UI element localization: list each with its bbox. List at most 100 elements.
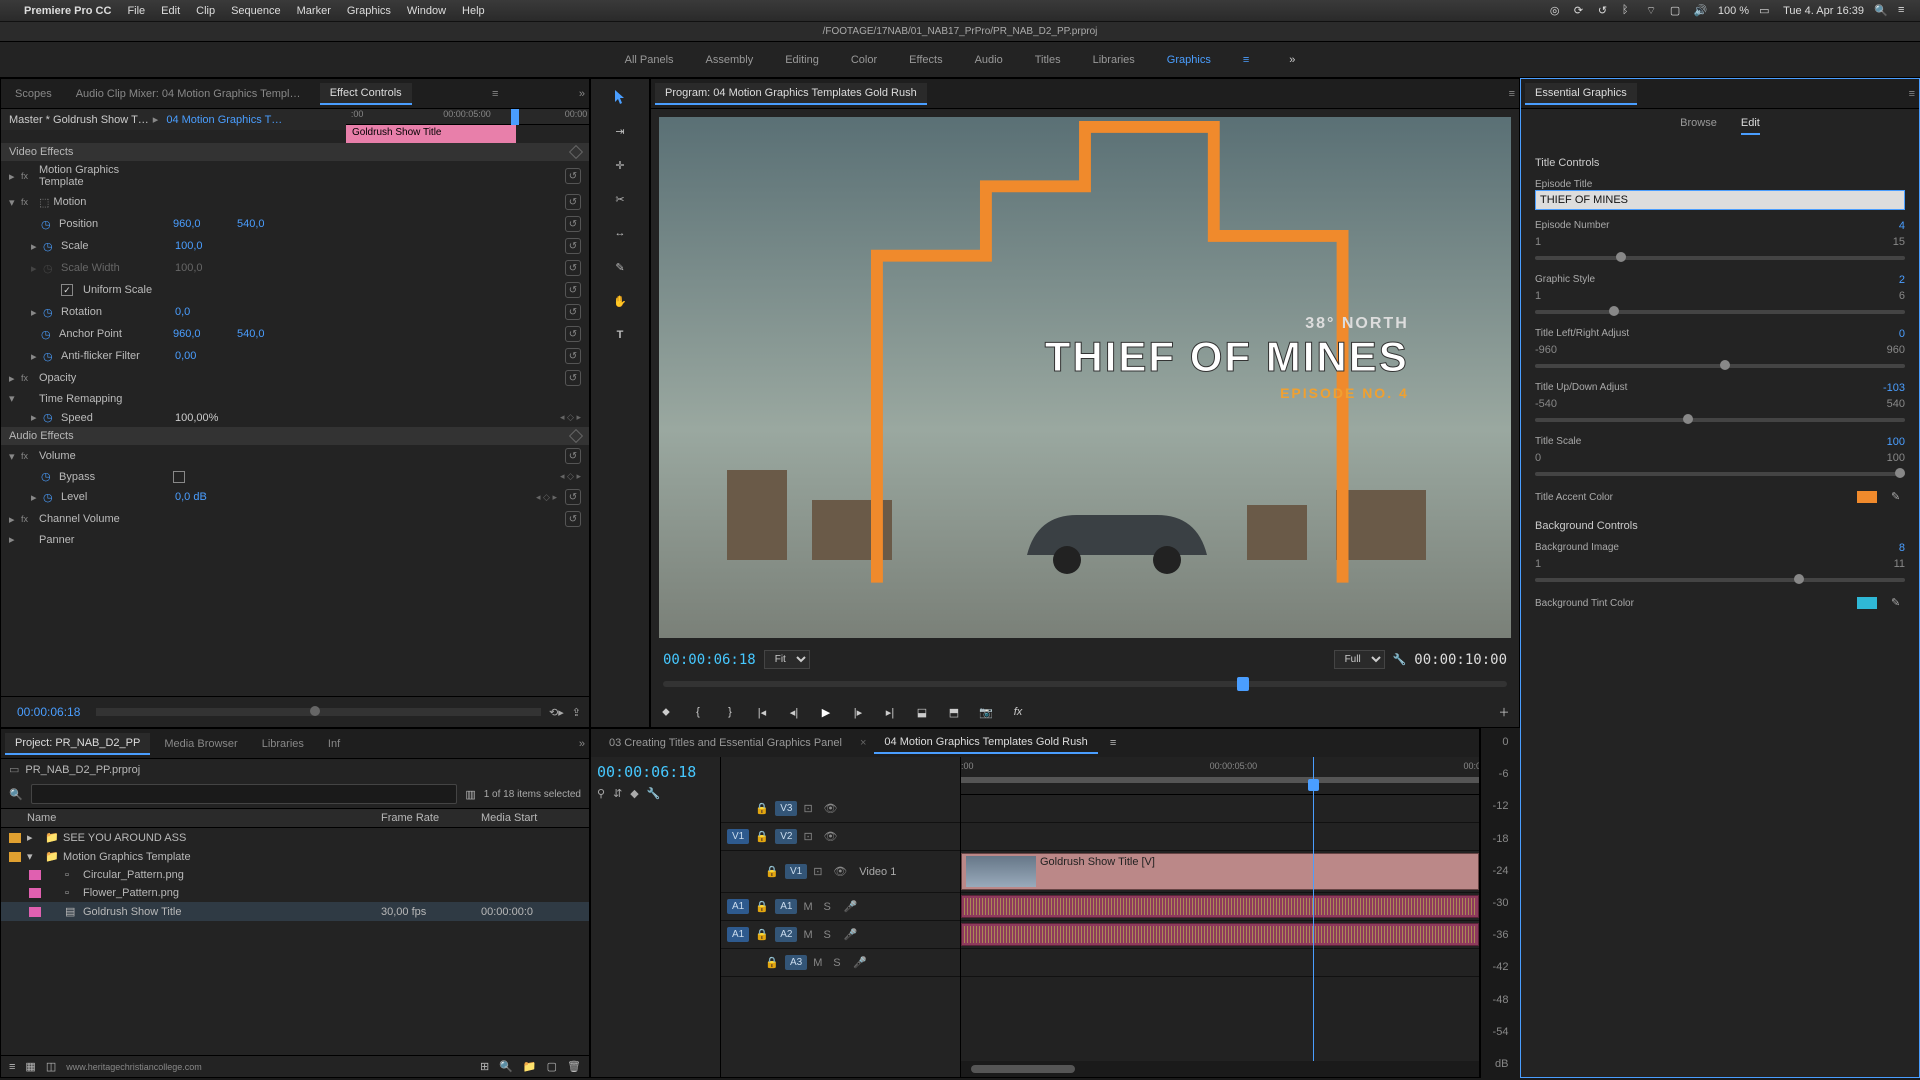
workspace-editing[interactable]: Editing	[785, 54, 819, 66]
menu-extras-icon[interactable]: ≡	[1898, 4, 1912, 18]
ec-clip-bar[interactable]: Goldrush Show Title	[346, 125, 516, 143]
battery-icon[interactable]: ▭	[1759, 4, 1773, 18]
voiceover-icon[interactable]: 🎤	[843, 928, 857, 941]
ec-level-v[interactable]: 0,0 dB	[175, 491, 235, 503]
reset-button[interactable]: ↺	[565, 304, 581, 320]
track-select-tool-icon[interactable]: ⇥	[610, 121, 630, 141]
keyframe-toggle-icon[interactable]	[569, 429, 583, 443]
lock-icon[interactable]: 🔒	[755, 830, 769, 843]
eg-title-ud-value[interactable]: -103	[1883, 382, 1905, 394]
panel-menu-icon[interactable]: ≡	[1509, 88, 1515, 100]
selection-tool-icon[interactable]	[610, 87, 630, 107]
ripple-edit-tool-icon[interactable]: ✛	[610, 155, 630, 175]
ec-scale-v[interactable]: 100,0	[175, 240, 235, 252]
track-target-a3[interactable]: A3	[785, 955, 807, 970]
ec-zoom-handle[interactable]	[310, 706, 320, 716]
track-output-icon[interactable]: ⊡	[803, 802, 817, 815]
eye-icon[interactable]: 👁	[823, 830, 837, 843]
eg-title-scale-slider[interactable]	[1535, 472, 1905, 476]
ec-rotation-v[interactable]: 0,0	[175, 306, 235, 318]
workspace-graphics[interactable]: Graphics	[1167, 54, 1211, 66]
menu-window[interactable]: Window	[407, 5, 446, 17]
clock[interactable]: Tue 4. Apr 16:39	[1783, 5, 1864, 17]
project-item-row-selected[interactable]: ▤Goldrush Show Title30,00 fps00:00:00:0	[1, 902, 589, 921]
workspace-effects[interactable]: Effects	[909, 54, 942, 66]
tab-project[interactable]: Project: PR_NAB_D2_PP	[5, 733, 150, 755]
program-viewport[interactable]: 38° NORTH THIEF OF MINES EPISODE NO. 4	[659, 117, 1511, 638]
reset-button[interactable]: ↺	[565, 168, 581, 184]
history-icon[interactable]: ↺	[1598, 4, 1612, 18]
panel-overflow[interactable]: »	[579, 88, 585, 100]
freeform-view-icon[interactable]: ◫	[46, 1060, 56, 1073]
stopwatch-icon[interactable]: ◷	[43, 240, 57, 253]
icon-view-icon[interactable]: ▦	[25, 1060, 35, 1073]
ec-opacity[interactable]: Opacity	[39, 372, 149, 384]
twirl-icon[interactable]: ▸	[31, 240, 39, 253]
col-name[interactable]: Name	[27, 812, 381, 824]
ec-anchor-x[interactable]: 960,0	[173, 328, 233, 340]
voiceover-icon[interactable]: 🎤	[853, 956, 867, 969]
workspace-color[interactable]: Color	[851, 54, 877, 66]
twirl-icon[interactable]: ▾	[9, 196, 17, 209]
program-scrub-bar[interactable]	[663, 673, 1507, 697]
stopwatch-icon[interactable]: ◷	[43, 350, 57, 363]
reset-button[interactable]: ↺	[565, 260, 581, 276]
slip-tool-icon[interactable]: ↔	[610, 223, 630, 243]
panel-overflow[interactable]: »	[579, 738, 585, 750]
project-item-row[interactable]: ▫Flower_Pattern.png	[1, 884, 589, 902]
ec-motion[interactable]: Motion	[53, 196, 163, 208]
tab-media-browser[interactable]: Media Browser	[154, 734, 247, 754]
reset-button[interactable]: ↺	[565, 511, 581, 527]
workspace-overflow[interactable]: »	[1289, 54, 1295, 66]
play-button[interactable]: ▶	[817, 703, 835, 721]
track-output-icon[interactable]: ⊡	[813, 865, 827, 878]
reset-button[interactable]: ↺	[565, 282, 581, 298]
eg-bg-image-slider[interactable]	[1535, 578, 1905, 582]
workspace-audio[interactable]: Audio	[975, 54, 1003, 66]
eg-episode-number-slider[interactable]	[1535, 256, 1905, 260]
eg-title-scale-value[interactable]: 100	[1887, 436, 1905, 448]
panel-menu-icon[interactable]: ≡	[492, 88, 498, 100]
menu-marker[interactable]: Marker	[297, 5, 331, 17]
ec-current-time[interactable]: 00:00:06:18	[9, 701, 88, 723]
ec-antiflicker-v[interactable]: 0,00	[175, 350, 235, 362]
comparison-view-button[interactable]: fx	[1009, 703, 1027, 721]
timeline-settings-icon[interactable]: 🔧	[647, 787, 661, 800]
twirl-icon[interactable]: ▸	[31, 350, 39, 363]
fx-badge-icon[interactable]: fx	[21, 171, 35, 181]
twirl-icon[interactable]: ▸	[9, 513, 17, 526]
project-bin-row[interactable]: ▸📁SEE YOU AROUND ASS	[1, 828, 589, 847]
volume-icon[interactable]: 🔊	[1694, 4, 1708, 18]
wifi-icon[interactable]: ⌔	[1646, 4, 1660, 18]
project-search-input[interactable]	[31, 784, 458, 804]
stopwatch-icon[interactable]: ◷	[41, 218, 55, 231]
add-marker-icon[interactable]: ◆	[630, 787, 638, 800]
menu-graphics[interactable]: Graphics	[347, 5, 391, 17]
new-bin-icon[interactable]: 📁	[523, 1060, 537, 1073]
tab-libraries[interactable]: Libraries	[252, 734, 314, 754]
type-tool-icon[interactable]: T	[610, 325, 630, 345]
hand-tool-icon[interactable]: ✋	[610, 291, 630, 311]
eg-title-ud-slider[interactable]	[1535, 418, 1905, 422]
goto-in-button[interactable]: |◂	[753, 703, 771, 721]
automate-to-sequence-icon[interactable]: ⊞	[480, 1060, 489, 1073]
eye-icon[interactable]: 👁	[823, 802, 837, 815]
twirl-icon[interactable]: ▾	[27, 850, 45, 863]
kf-nav[interactable]: ◂ ◇ ▸	[560, 412, 581, 423]
tab-scopes[interactable]: Scopes	[5, 84, 62, 104]
stopwatch-icon[interactable]: ◷	[41, 328, 55, 341]
fx-badge-icon[interactable]: fx	[21, 197, 35, 207]
twirl-icon[interactable]: ▸	[9, 533, 17, 546]
lock-icon[interactable]: 🔒	[755, 900, 769, 913]
ec-volume[interactable]: Volume	[39, 450, 149, 462]
twirl-icon[interactable]: ▾	[9, 450, 17, 463]
lock-icon[interactable]: 🔒	[755, 802, 769, 815]
pen-tool-icon[interactable]: ✎	[610, 257, 630, 277]
spotlight-icon[interactable]: 🔍	[1874, 4, 1888, 18]
menu-file[interactable]: File	[127, 5, 145, 17]
mute-icon[interactable]: M	[803, 929, 817, 941]
program-zoom-select[interactable]: Fit	[764, 650, 810, 669]
timeline-ruler[interactable]: :00 00:00:05:00 00:0	[961, 757, 1479, 795]
snap-icon[interactable]: ⚲	[597, 787, 605, 800]
razor-tool-icon[interactable]: ✂	[610, 189, 630, 209]
